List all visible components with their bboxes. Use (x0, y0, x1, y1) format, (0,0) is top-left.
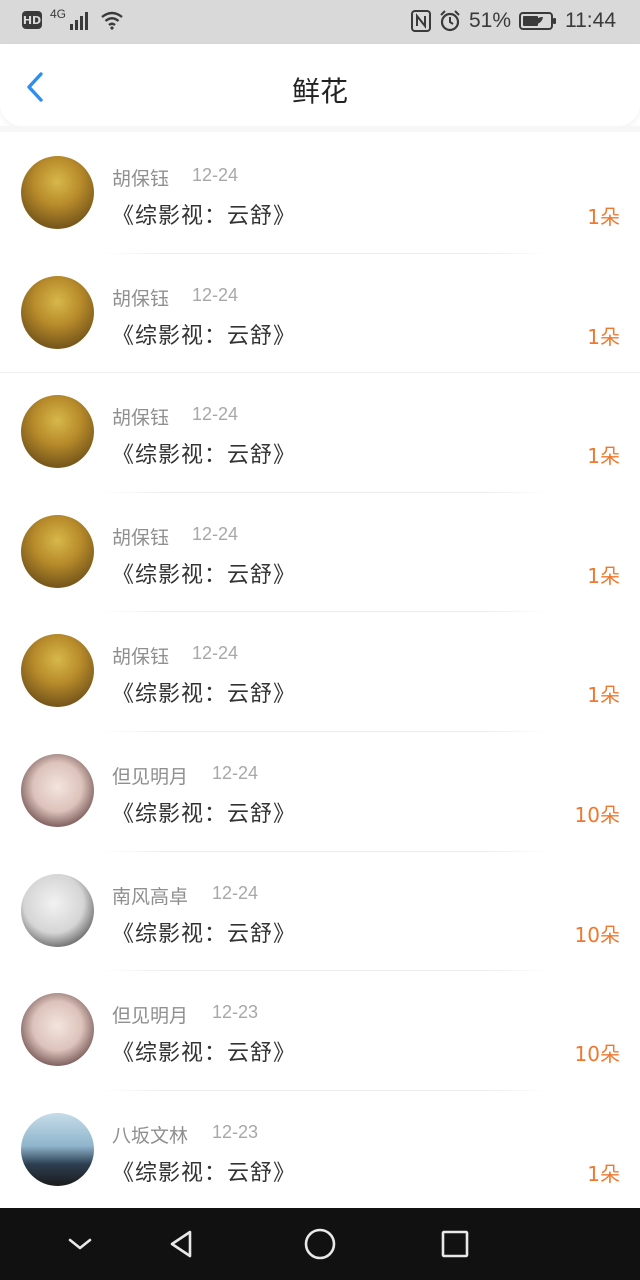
home-circle-icon[interactable] (302, 1226, 338, 1262)
user-name: 八坂文林 (112, 1124, 189, 1147)
avatar[interactable] (21, 634, 94, 708)
book-title: 《综影视：云舒》 (112, 801, 297, 827)
avatar[interactable] (21, 1112, 94, 1186)
gift-date: 12-23 (212, 1002, 259, 1023)
signal-icon (70, 12, 89, 30)
app-header: 鲜花 (0, 44, 640, 126)
status-right-group: 51% 11:44 (410, 9, 616, 33)
flower-amount: 10朵 (574, 1042, 620, 1067)
battery-icon (519, 12, 556, 30)
user-name: 胡保钰 (112, 168, 170, 190)
book-title: 《综影视：云舒》 (112, 562, 297, 588)
list-item[interactable]: 胡保钰 12-24 《综影视：云舒》 1朵 (0, 493, 640, 613)
hd-badge: HD (22, 11, 42, 29)
avatar[interactable] (21, 514, 94, 588)
flower-amount: 1朵 (587, 324, 620, 349)
network-type: 4G (50, 7, 67, 21)
list-top-spacer (0, 126, 640, 132)
flower-amount: 1朵 (587, 205, 620, 229)
gift-date: 12-24 (192, 404, 239, 425)
book-title: 《综影视：云舒》 (112, 1041, 297, 1067)
recents-square-icon[interactable] (437, 1226, 473, 1262)
list-item[interactable]: 但见明月 12-24 《综影视：云舒》 10朵 (0, 732, 640, 852)
book-title: 《综影视：云舒》 (112, 921, 297, 947)
page-title: 鲜花 (291, 75, 348, 108)
avatar[interactable] (21, 753, 94, 827)
user-name: 南风高卓 (112, 885, 189, 908)
alarm-icon (440, 10, 460, 32)
gift-date: 12-23 (212, 1121, 259, 1142)
flower-list: 胡保钰 12-24 《综影视：云舒》 1朵 胡保钰 12-24 《综影视：云舒》… (0, 134, 640, 1210)
gift-date: 12-24 (212, 762, 259, 783)
flower-amount: 10朵 (574, 802, 620, 827)
list-item[interactable]: 胡保钰 12-24 《综影视：云舒》 1朵 (0, 373, 640, 493)
battery-percent: 51% (468, 9, 511, 32)
flower-amount: 1朵 (587, 444, 620, 469)
status-left-group: HD 4G (22, 7, 124, 30)
book-title: 《综影视：云舒》 (112, 204, 297, 229)
gift-date: 12-24 (192, 643, 239, 664)
flower-amount: 1朵 (587, 563, 620, 588)
system-nav-bar (0, 1208, 640, 1280)
book-title: 《综影视：云舒》 (112, 443, 297, 469)
book-title: 《综影视：云舒》 (112, 682, 297, 708)
avatar[interactable] (21, 873, 94, 947)
status-bar: HD 4G 51% 11:44 (0, 0, 640, 44)
gift-date: 12-24 (212, 882, 259, 903)
list-item[interactable]: 胡保钰 12-24 《综影视：云舒》 1朵 (0, 254, 640, 374)
list-item[interactable]: 胡保钰 12-24 《综影视：云舒》 1朵 (0, 134, 640, 254)
user-name: 胡保钰 (112, 287, 170, 310)
book-title: 《综影视：云舒》 (112, 1160, 297, 1186)
gift-date: 12-24 (192, 523, 239, 544)
list-item[interactable]: 南风高卓 12-24 《综影视：云舒》 10朵 (0, 852, 640, 972)
gift-date: 12-24 (192, 284, 239, 305)
back-triangle-icon[interactable] (164, 1226, 200, 1262)
clock: 11:44 (565, 9, 616, 32)
nfc-icon (410, 10, 431, 32)
user-name: 胡保钰 (112, 646, 170, 669)
avatar[interactable] (21, 156, 94, 229)
wifi-icon (101, 11, 123, 30)
avatar[interactable] (21, 275, 94, 349)
list-item[interactable]: 胡保钰 12-24 《综影视：云舒》 1朵 (0, 612, 640, 732)
chevron-down-icon[interactable] (62, 1226, 98, 1262)
flower-amount: 10朵 (574, 922, 620, 947)
avatar[interactable] (21, 993, 94, 1067)
flower-amount: 1朵 (587, 683, 620, 708)
user-name: 胡保钰 (112, 526, 170, 549)
list-item[interactable]: 但见明月 12-23 《综影视：云舒》 10朵 (0, 971, 640, 1091)
gift-date: 12-24 (192, 165, 239, 185)
user-name: 但见明月 (112, 765, 189, 788)
flower-amount: 1朵 (587, 1161, 620, 1186)
list-item[interactable]: 八坂文林 12-23 《综影视：云舒》 1朵 (0, 1091, 640, 1211)
book-title: 《综影视：云舒》 (112, 323, 297, 349)
user-name: 胡保钰 (112, 407, 170, 430)
user-name: 但见明月 (112, 1005, 189, 1028)
avatar[interactable] (21, 395, 94, 469)
